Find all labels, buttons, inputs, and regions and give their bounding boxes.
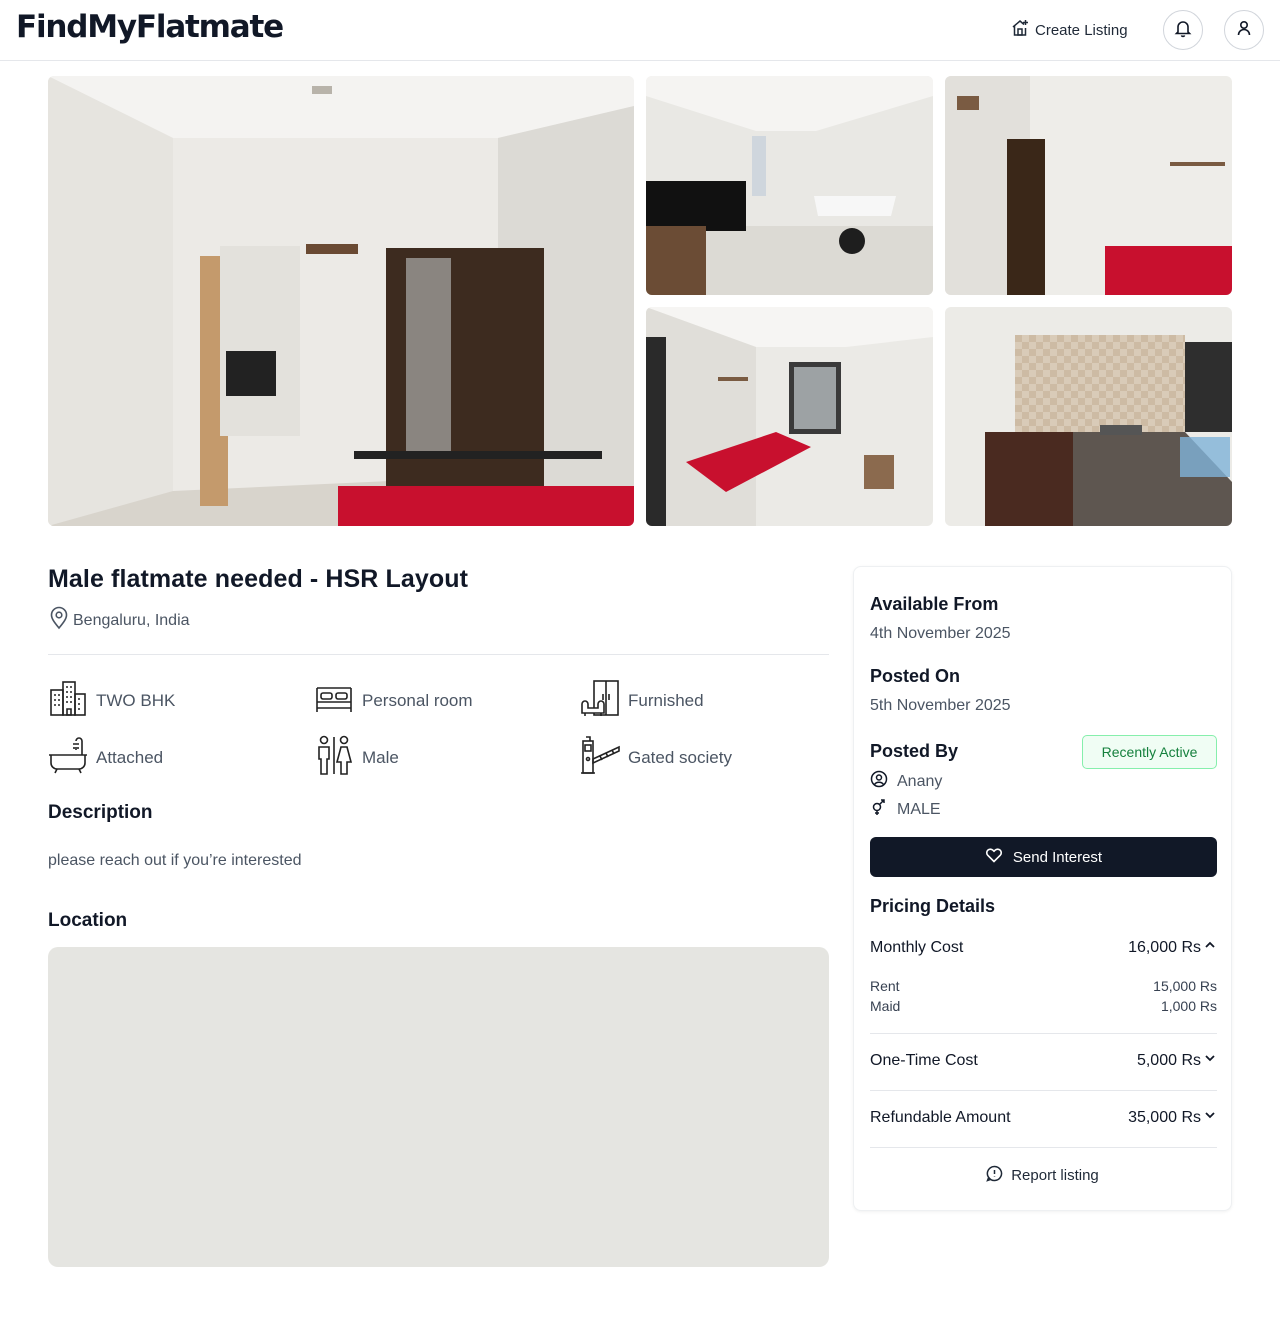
status-badge: Recently Active bbox=[1082, 735, 1217, 769]
pricing-divider bbox=[870, 1033, 1217, 1034]
chevron-down-icon bbox=[1203, 1051, 1217, 1070]
report-listing-label: Report listing bbox=[1011, 1167, 1099, 1184]
poster-name: Anany bbox=[870, 770, 942, 793]
pricing-divider bbox=[870, 1090, 1217, 1091]
add-home-icon bbox=[1010, 18, 1030, 42]
one-time-cost-label: One-Time Cost bbox=[870, 1051, 978, 1069]
user-menu-button[interactable] bbox=[1224, 10, 1264, 50]
location-heading: Location bbox=[48, 910, 128, 931]
chevron-up-icon bbox=[1203, 938, 1217, 957]
section-divider bbox=[48, 654, 829, 655]
maid-label: Maid bbox=[870, 998, 901, 1014]
feature-label: TWO BHK bbox=[96, 690, 176, 710]
refundable-amount-value: 35,000 Rs bbox=[1128, 1108, 1201, 1126]
available-from-label: Available From bbox=[870, 594, 999, 614]
monthly-cost-label: Monthly Cost bbox=[870, 938, 964, 956]
posted-by-label: Posted By bbox=[870, 741, 959, 761]
one-time-cost-row[interactable]: One-Time Cost 5,000 Rs bbox=[870, 1051, 1217, 1070]
maid-value: 1,000 Rs bbox=[1160, 998, 1217, 1014]
bell-icon bbox=[1173, 18, 1193, 43]
poster-gender-text: MALE bbox=[897, 800, 941, 818]
poster-name-text: Anany bbox=[897, 772, 943, 790]
feature-furnishing: Furnished bbox=[580, 680, 704, 721]
top-navbar: FindMyFlatmate Create Listing bbox=[0, 0, 1280, 61]
pricing-heading: Pricing Details bbox=[870, 896, 996, 916]
create-listing-button[interactable]: Create Listing bbox=[1010, 18, 1128, 42]
male-female-icon bbox=[314, 735, 354, 780]
rent-row: Rent 15,000 Rs bbox=[870, 978, 1217, 994]
gender-icon bbox=[870, 798, 888, 821]
gallery-photo-3[interactable] bbox=[945, 76, 1232, 295]
create-listing-label: Create Listing bbox=[1035, 21, 1128, 39]
brand-logo[interactable]: FindMyFlatmate bbox=[16, 9, 284, 45]
heart-icon bbox=[985, 846, 1003, 868]
feature-label: Male bbox=[362, 747, 399, 767]
monthly-cost-row[interactable]: Monthly Cost 16,000 Rs bbox=[870, 938, 1217, 957]
gallery-photo-4[interactable] bbox=[646, 307, 933, 526]
listing-location: Bengaluru, India bbox=[48, 606, 190, 635]
gallery-photo-2[interactable] bbox=[646, 76, 933, 295]
location-pin-icon bbox=[48, 606, 70, 635]
posted-on-value: 5th November 2025 bbox=[870, 697, 1011, 714]
feature-gender: Male bbox=[314, 735, 399, 780]
report-listing-button[interactable]: Report listing bbox=[854, 1165, 1231, 1186]
feature-label: Attached bbox=[96, 747, 164, 767]
maid-row: Maid 1,000 Rs bbox=[870, 998, 1217, 1014]
building-icon bbox=[48, 680, 88, 721]
location-map[interactable] bbox=[48, 947, 829, 1267]
monthly-cost-value: 16,000 Rs bbox=[1128, 938, 1201, 956]
rent-label: Rent bbox=[870, 978, 900, 994]
feature-society: Gated society bbox=[580, 735, 732, 780]
feature-property-type: TWO BHK bbox=[48, 680, 175, 721]
feature-label: Gated society bbox=[628, 747, 732, 767]
feature-label: Furnished bbox=[628, 690, 704, 710]
chevron-down-icon bbox=[1203, 1108, 1217, 1127]
rent-value: 15,000 Rs bbox=[1153, 978, 1217, 994]
feature-label: Personal room bbox=[362, 690, 473, 710]
description-text: please reach out if you’re interested bbox=[48, 852, 302, 869]
send-interest-label: Send Interest bbox=[1012, 848, 1103, 866]
listing-title: Male flatmate needed - HSR Layout bbox=[48, 565, 469, 593]
send-interest-button[interactable]: Send Interest bbox=[870, 837, 1217, 877]
feature-room-type: Personal room bbox=[314, 680, 473, 721]
posted-on-label: Posted On bbox=[870, 666, 961, 686]
notifications-button[interactable] bbox=[1163, 10, 1203, 50]
refundable-amount-row[interactable]: Refundable Amount 35,000 Rs bbox=[870, 1108, 1217, 1127]
poster-gender: MALE bbox=[870, 798, 941, 821]
gate-barrier-icon bbox=[580, 735, 620, 780]
message-alert-icon bbox=[986, 1165, 1003, 1186]
one-time-cost-value: 5,000 Rs bbox=[1136, 1051, 1201, 1069]
available-from-value: 4th November 2025 bbox=[870, 625, 1011, 642]
gallery-photo-main[interactable] bbox=[48, 76, 634, 526]
location-text: Bengaluru, India bbox=[73, 611, 190, 629]
bed-icon bbox=[314, 680, 354, 721]
gallery-photo-5[interactable] bbox=[945, 307, 1232, 526]
feature-bathroom: Attached bbox=[48, 735, 163, 780]
user-circle-icon bbox=[870, 770, 888, 793]
user-icon bbox=[1235, 19, 1253, 42]
refundable-amount-label: Refundable Amount bbox=[870, 1108, 1011, 1126]
listing-details-card: Available From 4th November 2025 Posted … bbox=[853, 566, 1232, 1211]
description-heading: Description bbox=[48, 802, 153, 823]
bathtub-icon bbox=[48, 735, 88, 780]
wardrobe-icon bbox=[580, 680, 620, 721]
pricing-divider bbox=[870, 1147, 1217, 1148]
